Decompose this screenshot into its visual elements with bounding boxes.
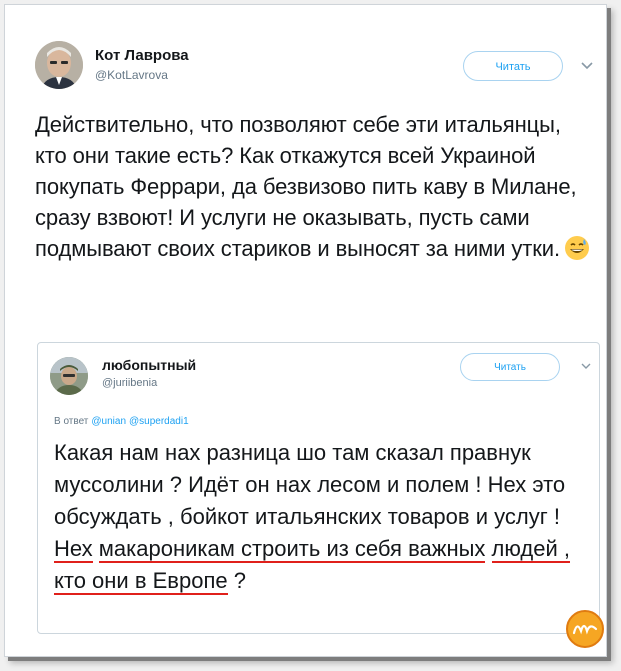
- avatar[interactable]: [35, 41, 83, 89]
- avatar-image: [35, 41, 83, 89]
- quoted-avatar[interactable]: [50, 357, 88, 395]
- grinning-sweat-emoji-icon: [564, 236, 589, 260]
- chevron-down-icon[interactable]: [580, 58, 594, 72]
- mention-link[interactable]: @superdadi1: [129, 416, 189, 427]
- quoted-text-tail: ?: [227, 568, 246, 593]
- user-handle[interactable]: @KotLavrova: [95, 68, 168, 82]
- screenshot-frame: Кот Лаврова @KotLavrova Читать Действите…: [4, 4, 607, 657]
- follow-button[interactable]: Читать: [463, 51, 563, 81]
- quoted-tweet-text: Какая нам нах разница шо там сказал прав…: [54, 437, 584, 597]
- quoted-follow-button[interactable]: Читать: [460, 353, 560, 381]
- tweet-header: Кот Лаврова @KotLavrova Читать: [35, 41, 595, 95]
- underlined-text: макароникам строить из себя важных: [98, 536, 486, 563]
- reply-prefix: В ответ: [54, 416, 89, 427]
- quoted-avatar-image: [50, 357, 88, 395]
- watermark-logo: [566, 610, 604, 648]
- reply-to-line: В ответ @unian @superdadi1: [54, 416, 189, 427]
- underlined-text: Нех: [54, 536, 93, 563]
- quoted-tweet-card[interactable]: любопытный @juriibenia Читать В ответ @un…: [37, 342, 600, 634]
- quoted-user-handle[interactable]: @juriibenia: [102, 377, 157, 389]
- tweet-body: Действительно, что позволяют себе эти ит…: [35, 109, 595, 264]
- mention-link[interactable]: @unian: [91, 416, 126, 427]
- quoted-display-name[interactable]: любопытный: [102, 357, 196, 373]
- display-name[interactable]: Кот Лаврова: [95, 47, 189, 64]
- chevron-down-icon[interactable]: [580, 360, 592, 372]
- tweet-text: Действительно, что позволяют себе эти ит…: [35, 112, 577, 261]
- quoted-text-plain: Какая нам нах разница шо там сказал прав…: [54, 440, 566, 529]
